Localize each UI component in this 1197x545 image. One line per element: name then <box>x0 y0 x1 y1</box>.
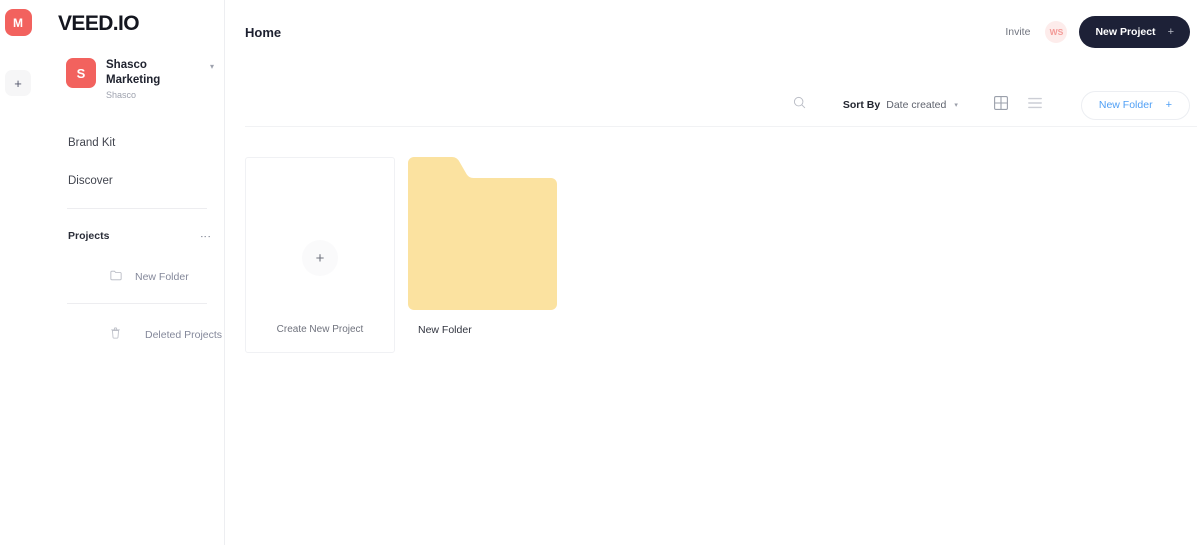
main-content: Home Invite WS New Project + Sort By Dat… <box>225 0 1197 545</box>
sort-by-value: Date created <box>886 99 947 111</box>
search-button[interactable] <box>787 92 813 118</box>
workspace-avatar: S <box>66 58 96 88</box>
search-icon <box>793 96 806 114</box>
new-folder-button[interactable]: New Folder + <box>1080 90 1190 120</box>
list-view-icon <box>1027 96 1042 114</box>
folder-icon <box>408 157 557 310</box>
sidebar-divider-top <box>67 208 207 209</box>
new-folder-label: New Folder <box>1098 99 1153 111</box>
projects-label: Projects <box>68 230 110 242</box>
workspace-text: Shasco Marketing Shasco <box>106 58 210 102</box>
sidebar-item-new-folder[interactable]: New Folder <box>110 268 189 286</box>
plus-icon: + <box>1165 99 1172 111</box>
folder-card[interactable]: New Folder <box>408 157 558 336</box>
header-actions: Invite WS New Project + <box>999 16 1190 48</box>
workspace-badge-avatar[interactable]: WS <box>1045 21 1068 43</box>
plus-icon: + <box>302 240 338 276</box>
new-project-label: New Project <box>1095 26 1156 38</box>
new-project-button[interactable]: New Project + <box>1079 16 1190 48</box>
sidebar-item-new-folder-label: New Folder <box>135 271 189 283</box>
workspace-name: Shasco Marketing <box>106 59 161 86</box>
rail-add-workspace-button[interactable]: + <box>5 70 31 96</box>
create-new-project-label: Create New Project <box>276 324 364 335</box>
sidebar-item-deleted-projects-label: Deleted Projects <box>145 329 223 341</box>
folder-name: New Folder <box>418 324 472 336</box>
sidebar: VEED.IO S Shasco Marketing Shasco ▾ Bran… <box>44 0 225 545</box>
workspace-subtitle: Shasco <box>106 90 137 100</box>
toolbar-divider <box>245 126 1197 127</box>
rail-account-avatar[interactable]: M <box>4 9 32 36</box>
page-title: Home <box>245 25 282 40</box>
invite-button[interactable]: Invite <box>999 22 1036 42</box>
folder-icon <box>110 268 122 286</box>
sidebar-item-discover[interactable]: Discover <box>68 175 113 187</box>
trash-icon <box>110 326 121 344</box>
chevron-down-icon[interactable]: ▾ <box>210 63 214 71</box>
sidebar-item-brand-kit[interactable]: Brand Kit <box>68 137 115 149</box>
content-toolbar: Sort By Date created ▾ New Folder + <box>245 88 1190 122</box>
sidebar-divider-bottom <box>67 303 207 304</box>
icon-rail: M + <box>0 0 36 545</box>
sort-by-label: Sort By <box>842 99 881 111</box>
grid-view-button[interactable] <box>988 92 1014 118</box>
brand-logo: VEED.IO <box>58 12 140 35</box>
projects-section-header: Projects ⋮ <box>68 230 211 242</box>
create-new-project-card[interactable]: + Create New Project <box>245 157 395 353</box>
workspace-switcher[interactable]: S Shasco Marketing Shasco ▾ <box>66 58 214 102</box>
sort-by-dropdown[interactable]: Sort By Date created ▾ <box>843 99 958 111</box>
plus-icon: + <box>1167 26 1174 38</box>
chevron-down-icon: ▾ <box>954 102 958 109</box>
projects-more-menu-icon[interactable]: ⋮ <box>198 231 211 242</box>
grid-view-icon <box>993 95 1008 115</box>
list-view-button[interactable] <box>1022 92 1048 118</box>
projects-grid: + Create New Project New Folder <box>245 157 558 353</box>
sidebar-item-deleted-projects[interactable]: Deleted Projects <box>110 326 222 344</box>
